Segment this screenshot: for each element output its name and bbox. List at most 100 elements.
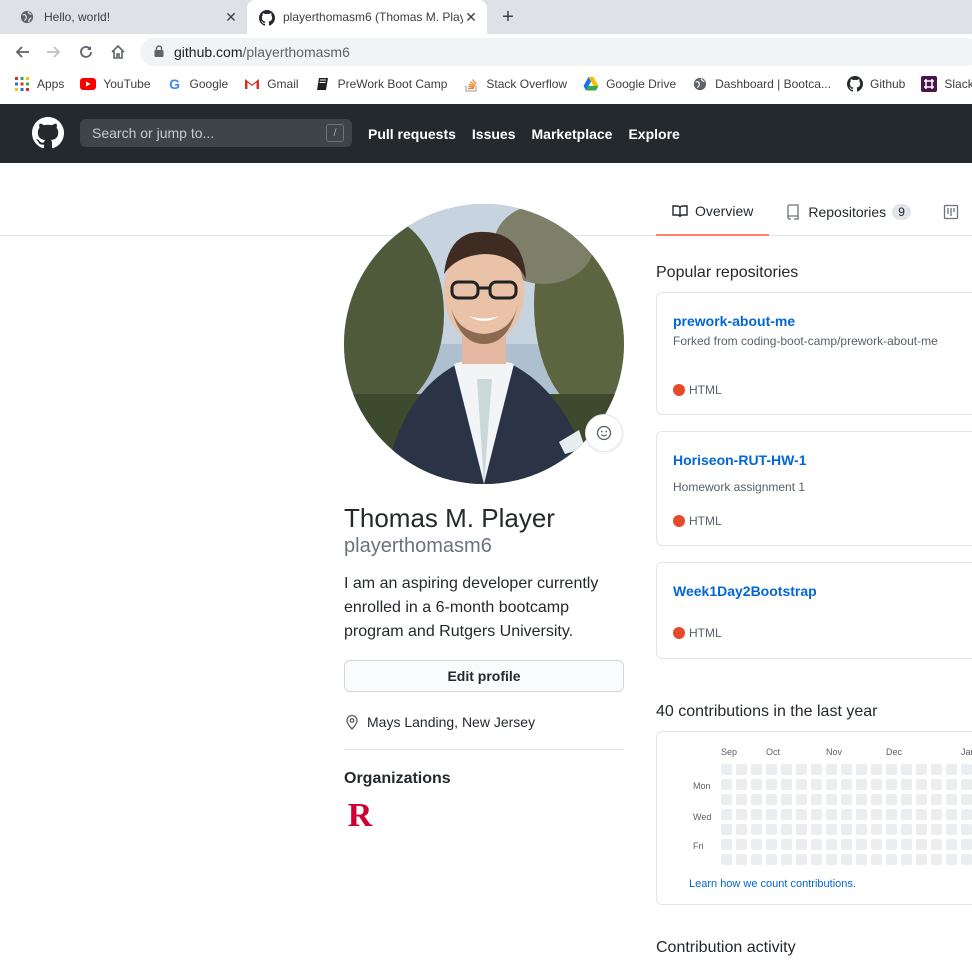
contribution-day-cell[interactable]: [841, 809, 852, 820]
contribution-day-cell[interactable]: [766, 794, 777, 805]
contribution-day-cell[interactable]: [736, 764, 747, 775]
contribution-day-cell[interactable]: [946, 764, 957, 775]
tab-overview[interactable]: Overview: [656, 190, 770, 236]
contribution-day-cell[interactable]: [916, 764, 927, 775]
bookmark-youtube[interactable]: YouTube: [80, 76, 151, 92]
contribution-day-cell[interactable]: [901, 794, 912, 805]
contribution-day-cell[interactable]: [796, 839, 807, 850]
contribution-day-cell[interactable]: [766, 854, 777, 865]
reload-icon[interactable]: [76, 42, 96, 62]
contribution-day-cell[interactable]: [916, 809, 927, 820]
nav-explore[interactable]: Explore: [628, 126, 679, 142]
contribution-day-cell[interactable]: [901, 824, 912, 835]
contribution-day-cell[interactable]: [946, 854, 957, 865]
contribution-day-cell[interactable]: [766, 779, 777, 790]
contribution-day-cell[interactable]: [736, 824, 747, 835]
contribution-day-cell[interactable]: [721, 794, 732, 805]
contribution-day-cell[interactable]: [766, 809, 777, 820]
profile-avatar[interactable]: [344, 204, 624, 484]
contribution-day-cell[interactable]: [781, 854, 792, 865]
contribution-day-cell[interactable]: [931, 764, 942, 775]
contribution-day-cell[interactable]: [856, 779, 867, 790]
forward-arrow-icon[interactable]: [44, 42, 64, 62]
contribution-day-cell[interactable]: [886, 854, 897, 865]
address-bar[interactable]: github.com/playerthomasm6: [140, 38, 972, 66]
bookmark-google-drive[interactable]: Google Drive: [583, 76, 676, 92]
contribution-day-cell[interactable]: [796, 779, 807, 790]
contribution-day-cell[interactable]: [901, 764, 912, 775]
contribution-day-cell[interactable]: [871, 764, 882, 775]
contribution-day-cell[interactable]: [841, 794, 852, 805]
contribution-day-cell[interactable]: [946, 809, 957, 820]
contribution-day-cell[interactable]: [826, 794, 837, 805]
contribution-day-cell[interactable]: [931, 839, 942, 850]
contribution-day-cell[interactable]: [916, 824, 927, 835]
contribution-day-cell[interactable]: [811, 779, 822, 790]
contribution-day-cell[interactable]: [946, 779, 957, 790]
bookmark-prework[interactable]: PreWork Boot Camp: [315, 76, 447, 92]
back-arrow-icon[interactable]: [12, 42, 32, 62]
contribution-day-cell[interactable]: [736, 779, 747, 790]
contribution-day-cell[interactable]: [841, 779, 852, 790]
contribution-day-cell[interactable]: [751, 839, 762, 850]
contribution-day-cell[interactable]: [721, 764, 732, 775]
contribution-day-cell[interactable]: [946, 824, 957, 835]
contribution-day-cell[interactable]: [796, 824, 807, 835]
contribution-day-cell[interactable]: [751, 794, 762, 805]
bookmark-google[interactable]: G Google: [167, 76, 228, 92]
contribution-day-cell[interactable]: [826, 824, 837, 835]
contribution-day-cell[interactable]: [841, 839, 852, 850]
contribution-day-cell[interactable]: [826, 839, 837, 850]
contribution-day-cell[interactable]: [796, 794, 807, 805]
contribution-day-cell[interactable]: [826, 809, 837, 820]
contribution-day-cell[interactable]: [781, 764, 792, 775]
contribution-day-cell[interactable]: [886, 764, 897, 775]
contribution-day-cell[interactable]: [871, 794, 882, 805]
contribution-day-cell[interactable]: [826, 764, 837, 775]
contribution-day-cell[interactable]: [811, 809, 822, 820]
contribution-day-cell[interactable]: [721, 824, 732, 835]
contribution-day-cell[interactable]: [961, 779, 972, 790]
contribution-day-cell[interactable]: [886, 839, 897, 850]
contribution-day-cell[interactable]: [751, 809, 762, 820]
contribution-day-cell[interactable]: [721, 854, 732, 865]
contribution-day-cell[interactable]: [916, 779, 927, 790]
contribution-day-cell[interactable]: [901, 809, 912, 820]
contribution-day-cell[interactable]: [721, 839, 732, 850]
contribution-day-cell[interactable]: [736, 854, 747, 865]
contribution-day-cell[interactable]: [916, 854, 927, 865]
bookmark-slack[interactable]: Slack: [921, 76, 972, 92]
contribution-day-cell[interactable]: [916, 794, 927, 805]
contribution-day-cell[interactable]: [961, 854, 972, 865]
contribution-day-cell[interactable]: [931, 794, 942, 805]
bookmark-stackoverflow[interactable]: Stack Overflow: [463, 76, 567, 92]
contribution-day-cell[interactable]: [961, 809, 972, 820]
contribution-day-cell[interactable]: [931, 854, 942, 865]
browser-tab-github-profile[interactable]: playerthomasm6 (Thomas M. Player) ✕: [247, 0, 487, 34]
contribution-day-cell[interactable]: [886, 809, 897, 820]
contribution-day-cell[interactable]: [901, 839, 912, 850]
contribution-day-cell[interactable]: [961, 794, 972, 805]
contribution-day-cell[interactable]: [856, 854, 867, 865]
nav-pull-requests[interactable]: Pull requests: [368, 126, 456, 142]
contribution-day-cell[interactable]: [736, 794, 747, 805]
contribution-day-cell[interactable]: [856, 764, 867, 775]
home-icon[interactable]: [108, 42, 128, 62]
contribution-day-cell[interactable]: [961, 824, 972, 835]
nav-marketplace[interactable]: Marketplace: [532, 126, 613, 142]
learn-contributions-link[interactable]: Learn how we count contributions.: [689, 878, 856, 890]
contribution-day-cell[interactable]: [736, 809, 747, 820]
contribution-day-cell[interactable]: [751, 854, 762, 865]
close-tab-icon[interactable]: ✕: [223, 9, 239, 25]
contribution-day-cell[interactable]: [946, 839, 957, 850]
contribution-day-cell[interactable]: [826, 854, 837, 865]
contribution-day-cell[interactable]: [766, 764, 777, 775]
contribution-day-cell[interactable]: [856, 809, 867, 820]
contribution-day-cell[interactable]: [886, 824, 897, 835]
rutgers-org-logo-icon[interactable]: R: [344, 797, 376, 834]
contribution-day-cell[interactable]: [781, 794, 792, 805]
contribution-day-cell[interactable]: [781, 824, 792, 835]
contribution-day-cell[interactable]: [961, 764, 972, 775]
contribution-day-cell[interactable]: [811, 794, 822, 805]
tab-projects[interactable]: [927, 190, 972, 234]
